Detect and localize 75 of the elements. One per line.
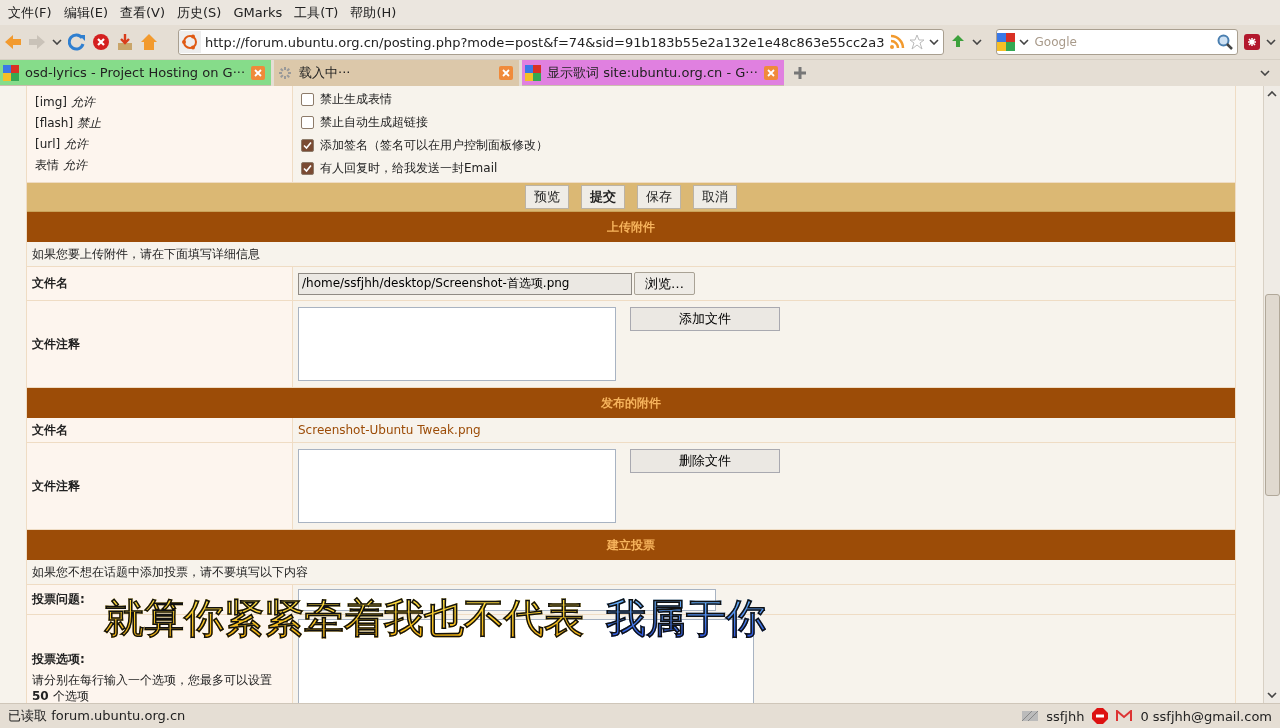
url-text: http://forum.ubuntu.org.cn/posting.php?mode=post&f=74&sid=91b183b55e2a132e1e48c863e55cc2a3 <box>205 34 885 50</box>
section-header: 上传附件 <box>27 212 1235 242</box>
menu-item[interactable]: 工具(T) <box>288 3 345 22</box>
menu-item[interactable]: 帮助(H) <box>344 3 403 22</box>
menu-item[interactable]: 文件(F) <box>2 3 58 22</box>
close-icon[interactable] <box>499 66 514 80</box>
reload-icon[interactable] <box>68 33 86 51</box>
browser-tab[interactable]: 载入中··· <box>274 60 520 86</box>
checkbox[interactable] <box>301 139 314 152</box>
section-header: 发布的附件 <box>27 388 1235 418</box>
address-bar[interactable]: http://forum.ubuntu.org.cn/posting.php?mode=post&f=74&sid=91b183b55e2a132e1e48c863e55cc2a3 <box>178 29 944 55</box>
checkbox-label: 添加签名（签名可以在用户控制面板修改） <box>320 137 548 154</box>
new-tab-icon[interactable] <box>792 66 807 80</box>
checkbox-label: 有人回复时，给我发送一封Email <box>320 160 498 177</box>
search-field[interactable]: Google <box>995 29 1238 55</box>
site-logo-icon <box>179 31 201 53</box>
dropdown-icon[interactable] <box>1260 70 1270 76</box>
browser-tab[interactable]: osd-lyrics - Project Hosting on G··· <box>0 60 272 86</box>
field-label: 投票问题: <box>32 591 86 608</box>
close-icon[interactable] <box>251 65 266 80</box>
bbcode-rule: 表情 允许 <box>35 157 89 174</box>
adblock-icon[interactable] <box>1092 708 1109 724</box>
mail-status-text: 0 ssfjhh@gmail.com <box>1140 708 1272 724</box>
bbcode-rule: [flash] 禁止 <box>35 115 102 132</box>
star-icon[interactable] <box>908 34 925 50</box>
field-label: 文件名 <box>32 275 69 292</box>
addon-icon[interactable] <box>1244 34 1260 50</box>
field-label: 文件名 <box>32 421 69 439</box>
form-button[interactable]: 提交 <box>581 185 625 209</box>
menu-item[interactable]: 查看(V) <box>114 3 172 22</box>
menu-item[interactable]: GMarks <box>227 5 289 20</box>
search-icon[interactable] <box>1217 34 1233 50</box>
mail-icon[interactable] <box>1116 710 1133 722</box>
field-label: 投票选项: <box>32 650 86 668</box>
delete-file-button[interactable]: 删除文件 <box>630 449 780 473</box>
attachment-link[interactable]: Screenshot-Ubuntu Tweak.png <box>298 423 481 437</box>
dropdown-icon[interactable] <box>1018 39 1029 45</box>
checkbox-label: 禁止生成表情 <box>320 91 392 108</box>
checkbox[interactable] <box>301 116 314 129</box>
google-logo-icon <box>996 33 1015 51</box>
add-file-button[interactable]: 添加文件 <box>630 307 780 331</box>
username-text: ssfjhh <box>1046 708 1085 724</box>
menu-item[interactable]: 编辑(E) <box>57 3 114 22</box>
dropdown-icon[interactable] <box>1267 91 1277 97</box>
hint-text: 请分别在每行输入一个选项，您最多可以设置 50 个选项 <box>32 671 273 703</box>
checkbox[interactable] <box>301 162 314 175</box>
file-path-field[interactable]: /home/ssfjhh/desktop/Screenshot-首选项.png <box>298 272 632 295</box>
dropdown-icon[interactable] <box>971 39 982 45</box>
field-label: 文件注释 <box>32 477 81 495</box>
section-header: 建立投票 <box>27 530 1235 560</box>
network-icon <box>1022 711 1039 721</box>
close-icon[interactable] <box>763 65 778 80</box>
form-button[interactable]: 预览 <box>525 185 569 209</box>
form-button[interactable]: 取消 <box>693 185 737 209</box>
dropdown-icon[interactable] <box>52 39 62 45</box>
checkbox-label: 禁止自动生成超链接 <box>320 114 428 131</box>
field-label: 文件注释 <box>32 335 81 353</box>
dropdown-icon[interactable] <box>1267 692 1277 698</box>
scrollbar[interactable] <box>1263 86 1280 703</box>
stop-icon[interactable] <box>92 33 110 51</box>
dropdown-icon[interactable] <box>928 39 939 45</box>
form-button[interactable]: 保存 <box>637 185 681 209</box>
checkbox[interactable] <box>301 93 314 106</box>
comment-textarea[interactable] <box>298 307 616 381</box>
dropdown-icon[interactable] <box>1266 39 1276 45</box>
scroll-thumb[interactable] <box>1264 293 1280 496</box>
rss-icon[interactable] <box>888 34 905 50</box>
download-icon[interactable] <box>116 33 134 51</box>
browser-tab[interactable]: 显示歌词 site:ubuntu.org.cn - G··· <box>522 60 784 86</box>
bbcode-rule: [url] 允许 <box>35 136 90 153</box>
status-text: 已读取 forum.ubuntu.org.cn <box>8 707 187 725</box>
bbcode-rule: [img] 允许 <box>35 94 97 111</box>
browse-button[interactable]: 浏览… <box>634 272 695 295</box>
menu-item[interactable]: 历史(S) <box>171 3 228 22</box>
comment-textarea[interactable] <box>298 449 616 523</box>
